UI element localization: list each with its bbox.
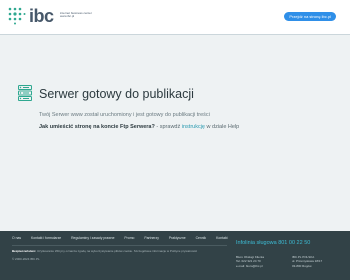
address-line[interactable]: e-mail: biuro@ibc.pl: [236, 264, 264, 268]
cookie-note: Bezpieczeństwo: Użytkowanie Witryny ozna…: [12, 249, 197, 253]
footer-nav: O nas Kontakt i formularze Regulaminy i …: [12, 236, 237, 240]
server-icon: [18, 85, 32, 101]
footer-link-partners[interactable]: Partnerzy: [144, 236, 159, 240]
go-to-ibc-button[interactable]: Przejdź na stronę ibc.pl: [284, 12, 336, 21]
help-question: Jak umieścić stronę na koncie Ftp Serwer…: [39, 124, 155, 130]
support-hotline: Infolinia sługowa 801 00 22 50: [236, 240, 311, 246]
cookie-note-text: Użytkowanie Witryny oznacza zgodę na wyk…: [36, 249, 198, 253]
address-line: ul. Przemysłowa 18/17: [292, 259, 323, 264]
copyright: © 2000-2024 IBC.PL: [12, 257, 40, 261]
address-line: 03-800 Rogów: [292, 263, 312, 268]
cookie-note-label: Bezpieczeństwo:: [12, 249, 37, 253]
address-line: Tel. 022 321 24 70: [236, 259, 261, 264]
site-footer: O nas Kontakt i formularze Regulaminy i …: [0, 231, 350, 280]
footer-link-promo[interactable]: Promo: [124, 236, 134, 240]
footer-link-practical[interactable]: Praktyczne: [169, 236, 186, 240]
server-status-description: Twój Serwer www został uruchomiony i jes…: [39, 112, 210, 118]
footer-link-about[interactable]: O nas: [12, 236, 21, 240]
instructions-link[interactable]: instrukcję: [182, 124, 205, 130]
help-prefix: - sprawdź: [154, 124, 182, 130]
site-header: ibc internet business center www.ibc.pl …: [0, 0, 350, 34]
logo-tagline: internet business center www.ibc.pl: [60, 11, 92, 19]
footer-link-contact[interactable]: Kontakt: [216, 236, 228, 240]
logo-dots-icon: [8, 7, 26, 25]
footer-link-contact-forms[interactable]: Kontakt i formularze: [31, 236, 61, 240]
help-line: Jak umieścić stronę na koncie Ftp Serwer…: [39, 124, 239, 130]
title-text: Serwer gotowy do publikacji: [39, 87, 194, 101]
ibc-logo[interactable]: ibc internet business center www.ibc.pl: [7, 6, 92, 28]
logo-wordmark: ibc: [29, 6, 54, 26]
header-divider: [0, 34, 350, 35]
customer-service-address: Biuro Obsługi Klienta Tel. 022 321 24 70…: [236, 255, 264, 268]
footer-link-pricing[interactable]: Cennik: [196, 236, 207, 240]
help-suffix: w dziale Help: [205, 124, 240, 130]
footer-link-terms[interactable]: Regulaminy i zasady prawne: [71, 236, 114, 240]
footer-divider: [12, 245, 227, 246]
company-address: IBC.PL POLSKA ul. Przemysłowa 18/17 03-8…: [292, 255, 322, 268]
